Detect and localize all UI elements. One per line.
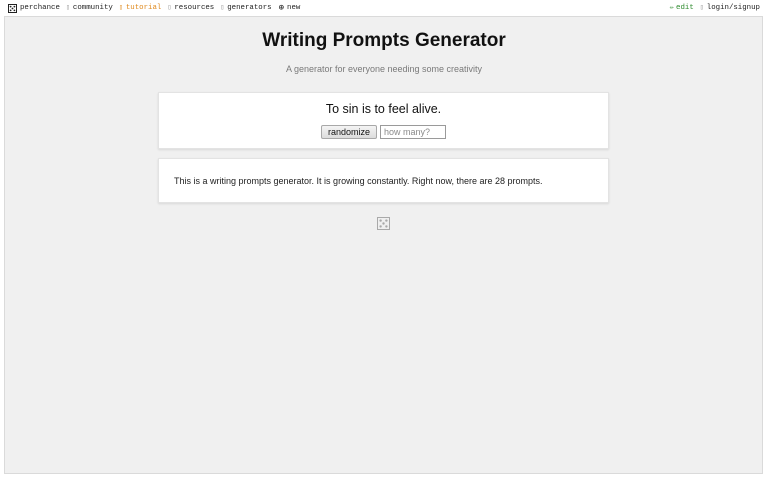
nav-new-label: new: [287, 4, 301, 12]
nav-resources-link[interactable]: resources: [174, 0, 214, 16]
nav-login-link[interactable]: login/signup: [707, 0, 760, 16]
nav-generators-link[interactable]: generators: [227, 0, 271, 16]
perchance-die-icon: [8, 3, 17, 13]
output-card: To sin is to feel alive. randomize: [158, 92, 609, 149]
nav-generators-label: generators: [227, 4, 272, 12]
perchance-die-icon[interactable]: [377, 217, 390, 235]
community-icon: ▯: [65, 4, 71, 12]
nav-login-label: login/signup: [706, 4, 760, 12]
nav-new-link[interactable]: new: [287, 0, 300, 16]
prompt-output: To sin is to feel alive.: [325, 102, 442, 116]
controls-row: randomize: [159, 125, 608, 139]
nav-perchance-label: perchance: [20, 4, 60, 12]
randomize-button[interactable]: randomize: [320, 125, 378, 139]
tutorial-icon: ▯: [118, 4, 124, 12]
info-text: This is a writing prompts generator. It …: [174, 176, 543, 186]
plus-circle-icon: ⊕: [278, 3, 285, 13]
nav-right-group: ✏ edit ▯ login/signup: [670, 0, 760, 16]
info-card: This is a writing prompts generator. It …: [158, 158, 609, 203]
user-icon: ▯: [699, 4, 704, 12]
generators-icon: ▯: [220, 4, 225, 12]
page-subtitle: A generator for everyone needing some cr…: [285, 64, 483, 74]
nav-perchance-link[interactable]: perchance: [8, 0, 60, 16]
nav-community-label: community: [72, 4, 113, 12]
nav-resources-label: resources: [174, 4, 215, 12]
page-title: Writing Prompts Generator: [262, 30, 506, 51]
resources-icon: ▯: [167, 4, 172, 12]
nav-tutorial-link[interactable]: tutorial: [126, 0, 161, 16]
nav-edit-link[interactable]: ✏ edit: [670, 0, 694, 16]
nav-left-group: perchance ▯ community ▯ tutorial ▯ resou…: [8, 0, 300, 16]
nav-tutorial-label: tutorial: [125, 4, 162, 12]
pencil-icon: ✏: [669, 4, 675, 12]
nav-community-link[interactable]: community: [73, 0, 113, 16]
top-navigation-bar: perchance ▯ community ▯ tutorial ▯ resou…: [0, 0, 768, 16]
nav-edit-label: edit: [676, 4, 694, 12]
generator-frame: [4, 16, 763, 474]
how-many-input[interactable]: [380, 125, 447, 139]
